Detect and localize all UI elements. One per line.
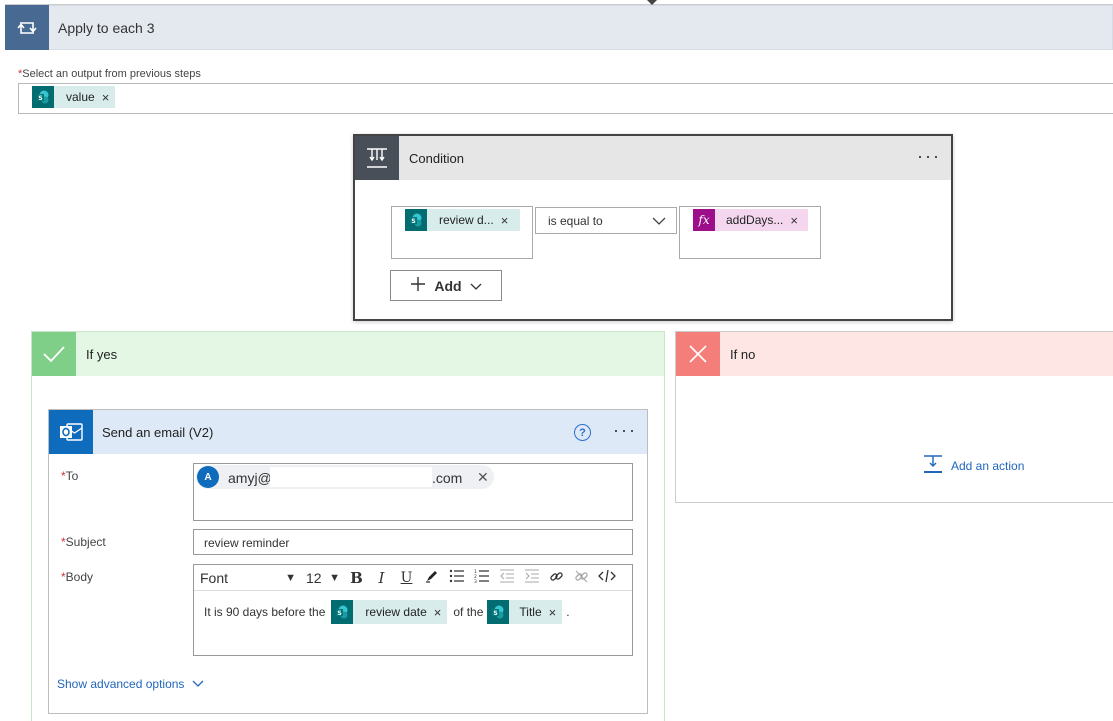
bullet-list-button[interactable]: [444, 569, 469, 586]
send-email-card: [48, 409, 648, 714]
if-yes-title: If yes: [86, 347, 118, 362]
to-label: *To: [61, 469, 78, 483]
chevron-down-icon[interactable]: [652, 214, 666, 229]
review-date-token-label: review date: [365, 605, 427, 619]
chevron-down-icon: [192, 677, 204, 691]
code-icon: [597, 569, 616, 583]
subject-label-text: Subject: [65, 535, 106, 549]
rich-text-toolbar: Font ▼ 12 ▼ B I U 123: [194, 565, 632, 591]
remove-token-icon[interactable]: ×: [790, 213, 798, 228]
body-content: It is 90 days before the S review date ×…: [204, 600, 570, 624]
svg-text:S: S: [338, 610, 342, 617]
font-size-dropdown[interactable]: 12 ▼: [302, 570, 344, 586]
bold-button[interactable]: B: [344, 569, 369, 587]
sharepoint-icon: S: [405, 209, 427, 231]
decrease-indent-button[interactable]: [494, 569, 519, 586]
font-size-value: 12: [306, 569, 322, 586]
value-token[interactable]: S value ×: [32, 86, 116, 108]
remove-recipient-icon[interactable]: ✕: [477, 469, 489, 486]
review-date-body-token[interactable]: S review date ×: [331, 600, 448, 624]
link-icon: [550, 571, 563, 581]
loop-icon: [5, 5, 49, 50]
plus-icon: [410, 276, 426, 295]
unlink-icon: [575, 570, 588, 582]
checkmark-icon: [32, 332, 76, 376]
review-date-token-label: review d...: [439, 213, 494, 227]
body-label-text: Body: [65, 570, 94, 584]
expression-icon: fx: [693, 209, 715, 231]
body-label: *Body: [61, 570, 93, 584]
sharepoint-icon: S: [331, 600, 354, 624]
outlook-icon: [49, 410, 93, 454]
add-button[interactable]: Add: [390, 270, 502, 301]
subject-value: review reminder: [204, 536, 290, 550]
outdent-icon: [499, 569, 514, 583]
select-output-label-text: Select an output from previous steps: [22, 68, 201, 80]
condition-title: Condition: [409, 151, 464, 166]
redacted-area: [270, 467, 432, 487]
caret-down-icon: ▼: [329, 571, 340, 584]
apply-to-each-header[interactable]: [5, 5, 1113, 50]
increase-indent-button[interactable]: [519, 569, 544, 586]
value-token-label: value: [66, 90, 95, 104]
pen-icon: [425, 571, 437, 583]
if-yes-header[interactable]: [32, 332, 664, 376]
title-token-label: Title: [519, 605, 542, 619]
numbered-list-button[interactable]: 123: [469, 569, 494, 586]
body-text: .: [566, 605, 570, 619]
title-body-token[interactable]: S Title ×: [487, 600, 563, 624]
to-label-text: To: [65, 469, 79, 483]
remove-token-icon[interactable]: ×: [501, 213, 509, 228]
if-no-title: If no: [730, 347, 756, 362]
body-text: It is 90 days before the: [204, 605, 326, 619]
condition-more-icon[interactable]: ···: [917, 146, 941, 167]
body-text: of the: [453, 605, 484, 619]
svg-text:3: 3: [474, 579, 477, 583]
adddays-expression-token[interactable]: fx addDays... ×: [693, 209, 808, 231]
add-an-action-button[interactable]: Add an action: [923, 454, 1024, 477]
select-output-input[interactable]: [18, 83, 1113, 114]
adddays-token-label: addDays...: [726, 213, 784, 227]
sharepoint-icon: S: [487, 600, 510, 624]
italic-button[interactable]: I: [369, 569, 394, 587]
avatar: A: [197, 466, 219, 488]
highlight-pen-button[interactable]: [419, 569, 444, 586]
svg-text:S: S: [494, 610, 498, 617]
add-action-icon: [923, 454, 943, 477]
bullet-list-icon: [449, 569, 464, 583]
recipient-email-prefix: amyj@: [228, 470, 272, 486]
sharepoint-icon: S: [32, 86, 54, 108]
help-icon[interactable]: ?: [574, 424, 591, 441]
indent-icon: [524, 569, 539, 583]
select-output-label: *Select an output from previous steps: [18, 68, 201, 80]
send-email-title: Send an email (V2): [102, 425, 214, 440]
recipient-email-suffix: .com: [432, 470, 463, 486]
insert-link-button[interactable]: [544, 569, 569, 587]
chevron-down-icon: [470, 278, 482, 294]
font-name: Font: [200, 569, 229, 586]
remove-token-icon[interactable]: ×: [549, 605, 557, 620]
review-date-token[interactable]: S review d... ×: [405, 209, 520, 231]
condition-icon: [355, 136, 399, 180]
remove-link-button[interactable]: [569, 569, 594, 587]
subject-label: *Subject: [61, 535, 106, 549]
operator-value: is equal to: [548, 214, 603, 228]
code-view-button[interactable]: [594, 569, 619, 586]
remove-token-icon[interactable]: ×: [102, 90, 110, 105]
cross-icon: [676, 332, 720, 376]
email-more-icon[interactable]: ···: [613, 420, 637, 441]
font-dropdown[interactable]: Font ▼: [194, 570, 302, 586]
remove-token-icon[interactable]: ×: [434, 605, 442, 620]
show-advanced-options-label: Show advanced options: [57, 677, 185, 691]
underline-button[interactable]: U: [394, 570, 419, 586]
add-button-label: Add: [434, 277, 462, 294]
svg-text:S: S: [38, 95, 42, 102]
apply-to-each-title: Apply to each 3: [58, 20, 155, 36]
caret-down-icon: ▼: [285, 571, 296, 584]
add-an-action-label: Add an action: [951, 458, 1025, 473]
svg-text:S: S: [411, 218, 415, 225]
numbered-list-icon: 123: [474, 569, 489, 585]
show-advanced-options-link[interactable]: Show advanced options: [57, 677, 204, 691]
